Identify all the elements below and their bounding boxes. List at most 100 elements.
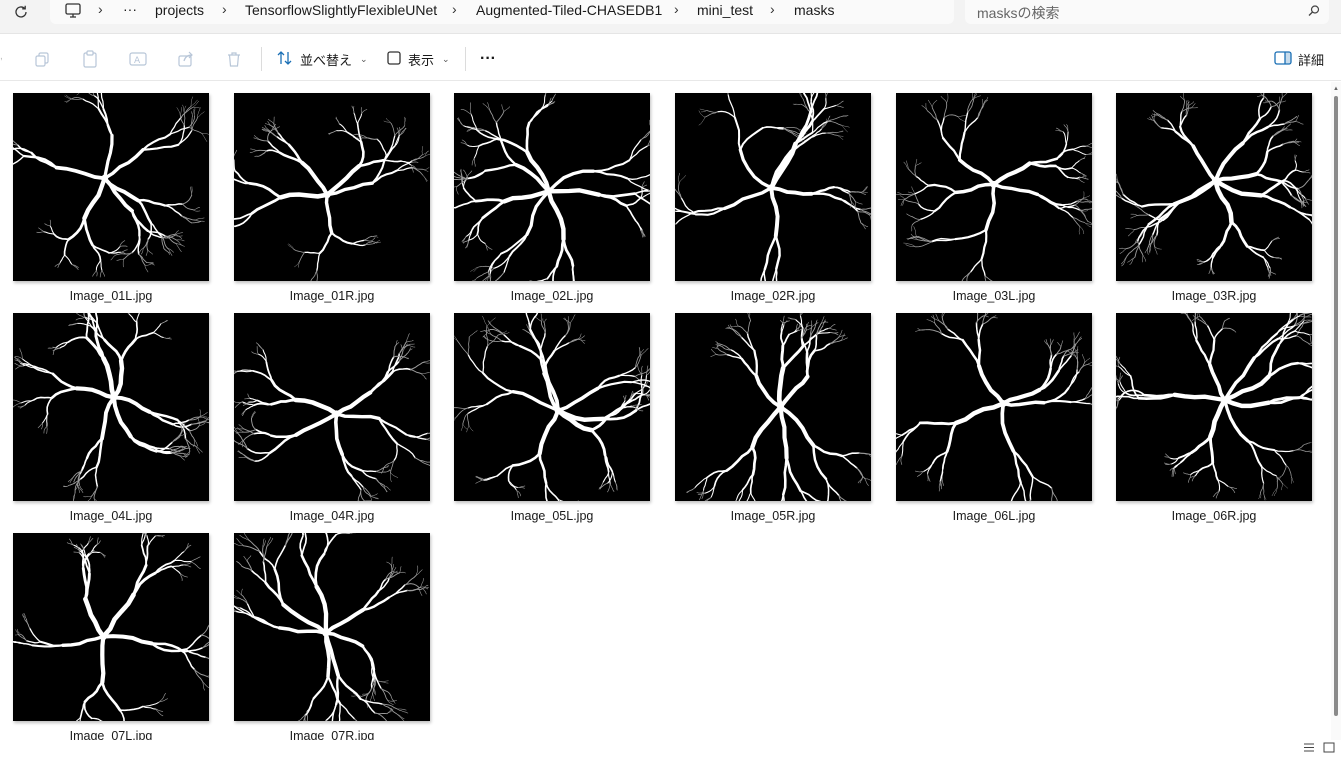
cut-icon[interactable]: , (0, 51, 3, 65)
file-tile[interactable]: Image_07L.jpg (11, 522, 211, 734)
breadcrumb-tensorflow[interactable]: TensorflowSlightlyFlexibleUNet (245, 2, 437, 18)
sort-button[interactable]: 並べ替え ⌄ (276, 47, 368, 71)
file-tile[interactable]: Image_01L.jpg (11, 82, 211, 294)
vessel-path (364, 500, 371, 501)
vessel-path (255, 453, 270, 461)
file-tile[interactable]: Image_02R.jpg (673, 82, 873, 294)
chevron-right-icon[interactable]: › (98, 1, 103, 17)
chevron-right-icon[interactable]: › (452, 1, 457, 17)
vessel-path (1152, 116, 1158, 118)
vessel-path (200, 410, 201, 417)
vessel-path (1228, 486, 1237, 488)
file-name[interactable]: Image_02L.jpg (452, 289, 652, 303)
image-thumbnail[interactable] (896, 313, 1092, 501)
file-tile[interactable]: Image_02L.jpg (452, 82, 652, 294)
vertical-scrollbar[interactable]: ▲ (1331, 82, 1341, 740)
file-name[interactable]: Image_05L.jpg (452, 509, 652, 523)
file-name[interactable]: Image_07R.jpg (232, 729, 432, 740)
chevron-right-icon[interactable]: › (674, 1, 679, 17)
vessel-path (405, 584, 419, 588)
vessel-path (641, 131, 650, 140)
image-thumbnail[interactable] (13, 93, 209, 281)
view-button[interactable]: 表示 ⌄ (386, 47, 450, 71)
details-view-icon[interactable] (1303, 740, 1315, 758)
image-thumbnail[interactable] (675, 313, 871, 501)
vessel-path (558, 388, 598, 410)
vessel-path (379, 418, 397, 443)
file-tile[interactable]: Image_07R.jpg (232, 522, 432, 734)
file-name[interactable]: Image_06R.jpg (1114, 509, 1314, 523)
file-name[interactable]: Image_03L.jpg (894, 289, 1094, 303)
file-tile[interactable]: Image_03L.jpg (894, 82, 1094, 294)
vessel-path (337, 393, 371, 414)
search-input[interactable]: masksの検索 (965, 0, 1329, 24)
vessel-path (184, 565, 191, 567)
breadcrumb-mini-test[interactable]: mini_test (697, 2, 753, 18)
rename-icon[interactable]: A (128, 49, 148, 69)
breadcrumb[interactable]: › ··· projects › TensorflowSlightlyFlexi… (50, 0, 954, 24)
scroll-up-icon[interactable]: ▲ (1333, 86, 1339, 92)
more-button[interactable]: ··· (480, 47, 496, 71)
breadcrumb-masks[interactable]: masks (794, 2, 834, 18)
file-tile[interactable]: Image_06R.jpg (1114, 302, 1314, 514)
file-tile[interactable]: Image_04L.jpg (11, 302, 211, 514)
vessel-path (171, 565, 184, 567)
file-name[interactable]: Image_02R.jpg (673, 289, 873, 303)
file-name[interactable]: Image_04L.jpg (11, 509, 211, 523)
vessel-path (69, 218, 85, 239)
image-thumbnail[interactable] (13, 533, 209, 721)
image-thumbnail[interactable] (1116, 313, 1312, 501)
vessel-path (628, 175, 651, 180)
image-thumbnail[interactable] (234, 93, 430, 281)
vessel-path (250, 183, 281, 197)
breadcrumb-augmented[interactable]: Augmented-Tiled-CHASEDB1 (476, 2, 662, 18)
breadcrumb-overflow[interactable]: ··· (123, 1, 137, 17)
image-thumbnail[interactable] (896, 93, 1092, 281)
file-name[interactable]: Image_01R.jpg (232, 289, 432, 303)
large-icons-view-icon[interactable] (1323, 740, 1335, 758)
computer-icon[interactable] (64, 3, 82, 24)
file-tile[interactable]: Image_01R.jpg (232, 82, 432, 294)
chevron-right-icon[interactable]: › (770, 1, 775, 17)
image-thumbnail[interactable] (454, 313, 650, 501)
vessel-path (468, 337, 469, 355)
vessel-path (267, 537, 271, 547)
vessel-path (83, 99, 99, 109)
image-thumbnail[interactable] (675, 93, 871, 281)
image-thumbnail[interactable] (454, 93, 650, 281)
image-thumbnail[interactable] (234, 533, 430, 721)
breadcrumb-projects[interactable]: projects (155, 2, 204, 18)
share-icon[interactable] (176, 49, 196, 69)
file-name[interactable]: Image_06L.jpg (894, 509, 1094, 523)
image-thumbnail[interactable] (1116, 93, 1312, 281)
scrollbar-thumb[interactable] (1334, 96, 1338, 716)
vessel-path (977, 313, 978, 323)
file-tile[interactable]: Image_05R.jpg (673, 302, 873, 514)
file-name[interactable]: Image_03R.jpg (1114, 289, 1314, 303)
image-thumbnail[interactable] (234, 313, 430, 501)
image-thumbnail[interactable] (13, 313, 209, 501)
vessel-path (908, 192, 914, 194)
copy-icon[interactable] (32, 49, 52, 69)
file-name[interactable]: Image_01L.jpg (11, 289, 211, 303)
file-tile[interactable]: Image_03R.jpg (1114, 82, 1314, 294)
vessel-path (40, 642, 63, 646)
file-tile[interactable]: Image_05L.jpg (452, 302, 652, 514)
chevron-right-icon[interactable]: › (222, 1, 227, 17)
vessel-path (927, 320, 935, 323)
file-name[interactable]: Image_07L.jpg (11, 729, 211, 740)
paste-icon[interactable] (80, 49, 100, 69)
search-icon[interactable] (1307, 4, 1321, 23)
file-name[interactable]: Image_04R.jpg (232, 509, 432, 523)
file-tile[interactable]: Image_06L.jpg (894, 302, 1094, 514)
vessel-path (944, 115, 958, 118)
vessel-path (490, 111, 497, 123)
file-tile[interactable]: Image_04R.jpg (232, 302, 432, 514)
details-button[interactable]: 詳細 (1274, 47, 1324, 71)
file-name[interactable]: Image_05R.jpg (673, 509, 873, 523)
vessel-path (249, 540, 259, 551)
vessel-path (676, 213, 692, 224)
vessel-path (1260, 93, 1265, 97)
refresh-icon[interactable] (10, 2, 32, 22)
delete-icon[interactable] (224, 49, 244, 69)
